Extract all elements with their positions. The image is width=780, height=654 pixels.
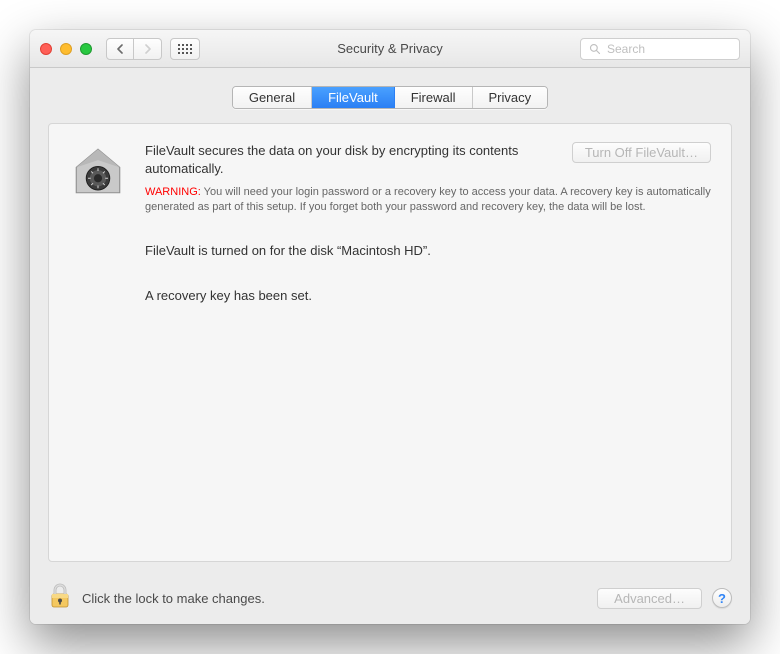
minimize-button[interactable]	[60, 43, 72, 55]
tab-firewall[interactable]: Firewall	[395, 87, 473, 108]
tab-filevault[interactable]: FileVault	[312, 87, 395, 108]
tab-privacy[interactable]: Privacy	[473, 87, 548, 108]
traffic-lights	[40, 43, 92, 55]
show-all-button[interactable]	[170, 38, 200, 60]
warning-label: WARNING:	[145, 186, 201, 198]
filevault-description: FileVault secures the data on your disk …	[145, 142, 558, 177]
advanced-button[interactable]: Advanced…	[597, 588, 702, 609]
footer: Click the lock to make changes. Advanced…	[30, 572, 750, 624]
search-placeholder: Search	[607, 42, 645, 56]
zoom-button[interactable]	[80, 43, 92, 55]
filevault-warning: WARNING: You will need your login passwo…	[145, 185, 711, 215]
search-icon	[589, 43, 601, 55]
grid-icon	[178, 44, 192, 54]
filevault-icon	[69, 142, 127, 205]
lock-icon[interactable]	[48, 582, 72, 615]
tab-general[interactable]: General	[233, 87, 312, 108]
tabs: General FileVault Firewall Privacy	[232, 86, 548, 109]
tabs-container: General FileVault Firewall Privacy	[30, 68, 750, 123]
recovery-key-status: A recovery key has been set.	[145, 288, 711, 303]
warning-text: You will need your login password or a r…	[145, 186, 711, 213]
nav-buttons	[106, 38, 162, 60]
help-button[interactable]: ?	[712, 588, 732, 608]
back-button[interactable]	[106, 38, 134, 60]
turn-off-filevault-button[interactable]: Turn Off FileVault…	[572, 142, 711, 163]
filevault-status: FileVault is turned on for the disk “Mac…	[145, 243, 711, 258]
main-panel: FileVault secures the data on your disk …	[48, 123, 732, 562]
system-preferences-window: Security & Privacy Search General FileVa…	[30, 30, 750, 624]
titlebar: Security & Privacy Search	[30, 30, 750, 68]
close-button[interactable]	[40, 43, 52, 55]
search-input[interactable]: Search	[580, 38, 740, 60]
forward-button[interactable]	[134, 38, 162, 60]
lock-text: Click the lock to make changes.	[82, 591, 265, 606]
